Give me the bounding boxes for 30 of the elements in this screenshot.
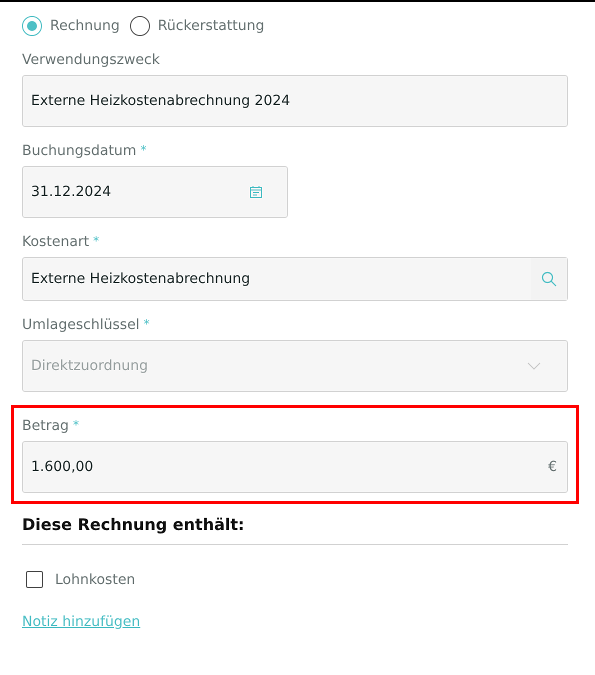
search-icon[interactable] bbox=[541, 271, 557, 287]
input-field[interactable]: 31.12.2024 bbox=[22, 166, 288, 218]
section-title: Diese Rechnung enthält: bbox=[22, 515, 246, 534]
radio-label: Rechnung bbox=[50, 18, 120, 34]
radio-button[interactable] bbox=[22, 16, 42, 36]
field-label: Verwendungszweck bbox=[22, 52, 160, 68]
field-label: Umlageschlüssel bbox=[22, 317, 140, 333]
required-mark: * bbox=[72, 418, 79, 434]
field-value: 31.12.2024 bbox=[31, 184, 112, 200]
field-value: Externe Heizkostenabrechnung 2024 bbox=[31, 93, 292, 109]
radio-button[interactable] bbox=[130, 16, 150, 36]
required-mark: * bbox=[93, 234, 100, 250]
calendar-icon[interactable] bbox=[249, 185, 263, 199]
field-value: Externe Heizkostenabrechnung bbox=[31, 271, 252, 287]
radio-label: Rückerstattung bbox=[158, 18, 264, 34]
field-label: Betrag bbox=[22, 418, 69, 434]
input-field[interactable]: Externe Heizkostenabrechnung bbox=[22, 257, 568, 301]
checkbox-label: Lohnkosten bbox=[55, 572, 136, 588]
field-label: Buchungsdatum bbox=[22, 143, 136, 159]
radio-option[interactable]: Rückerstattung bbox=[130, 16, 264, 36]
currency-symbol: € bbox=[548, 459, 557, 475]
field-value: 1.600,00 bbox=[31, 459, 94, 475]
required-mark: * bbox=[140, 143, 146, 159]
required-mark: * bbox=[144, 317, 150, 333]
field-label: Kostenart bbox=[22, 234, 90, 250]
field-value: Direktzuordnung bbox=[31, 358, 150, 374]
input-field[interactable]: Externe Heizkostenabrechnung 2024 bbox=[22, 75, 568, 127]
input-field[interactable]: 1.600,00 € bbox=[22, 441, 568, 493]
radio-option[interactable]: Rechnung bbox=[22, 16, 120, 36]
checkbox[interactable] bbox=[26, 571, 43, 588]
